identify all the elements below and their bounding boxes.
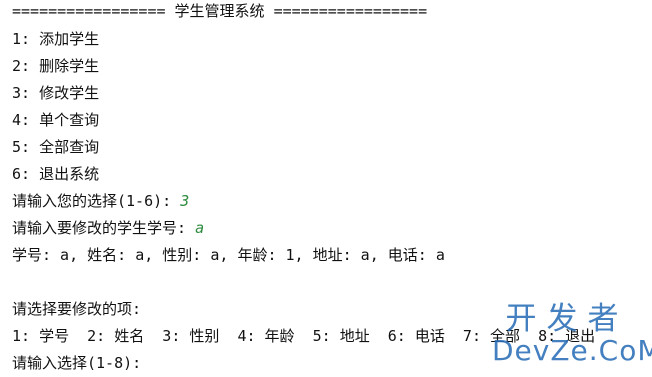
choice-input-value[interactable]: 3 (180, 192, 189, 210)
devze-watermark-logo: 开发者 DevZe.CoM (492, 301, 652, 368)
student-id-prompt-line: 请输入要修改的学生学号: a (12, 215, 652, 242)
student-id-prompt-label: 请输入要修改的学生学号: (12, 219, 196, 237)
menu-item-exit: 6: 退出系统 (12, 165, 100, 183)
watermark-top-text: 开发者 (505, 301, 629, 337)
choice-prompt-line: 请输入您的选择(1-6): 3 (12, 188, 652, 215)
menu-header: ================= 学生管理系统 ===============… (12, 2, 428, 20)
menu-item-add-student: 1: 添加学生 (12, 30, 100, 48)
menu-item-delete-student: 2: 删除学生 (12, 57, 100, 75)
student-id-input-value[interactable]: a (195, 219, 204, 237)
watermark-bottom-text: DevZe.CoM (492, 334, 652, 367)
menu-item-modify-student: 3: 修改学生 (12, 84, 100, 102)
student-info-line: 学号: a, 姓名: a, 性别: a, 年龄: 1, 地址: a, 电话: a (12, 246, 445, 264)
menu-item-query-all: 5: 全部查询 (12, 138, 100, 156)
choice-prompt-label: 请输入您的选择(1-6): (12, 192, 181, 210)
menu-item-single-query: 4: 单个查询 (12, 111, 100, 129)
